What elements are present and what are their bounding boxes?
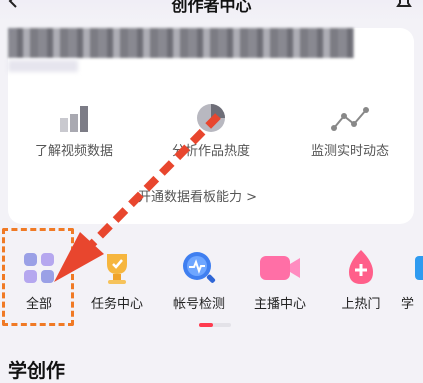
tool-label: 上热门 — [341, 297, 381, 312]
tool-anchor-center[interactable]: 主播中心 — [245, 246, 315, 312]
feature-label: 了解视频数据 — [34, 144, 113, 159]
tool-learn-partial[interactable]: 学 — [401, 246, 423, 312]
open-dashboard-link[interactable]: 开通数据看板能力 > — [138, 186, 257, 205]
feature-work-heat[interactable]: 分析作品热度 — [141, 100, 281, 159]
feature-label: 监测实时动态 — [310, 144, 389, 159]
blurred-subinfo — [8, 60, 78, 72]
video-camera-icon — [258, 246, 302, 290]
page-indicator — [199, 323, 231, 327]
top-nav-bar: 创作者中心 — [0, 0, 423, 22]
feature-label: 分析作品热度 — [171, 144, 250, 159]
tool-label: 帐号检测 — [172, 297, 225, 312]
pie-chart-icon — [141, 100, 281, 134]
tool-label: 主播中心 — [253, 297, 306, 312]
blurred-account-info — [8, 28, 354, 58]
trophy-icon — [95, 246, 139, 290]
tool-label: 学 — [401, 297, 415, 312]
book-icon — [401, 246, 423, 290]
annotation-highlight-box — [2, 228, 74, 326]
bar-chart-icon — [4, 100, 144, 134]
tool-account-check[interactable]: 帐号检测 — [164, 246, 234, 312]
line-trend-icon — [280, 100, 420, 134]
page-title: 创作者中心 — [171, 0, 252, 15]
section-title: 学创作 — [8, 360, 66, 382]
flame-icon — [339, 246, 383, 290]
feature-realtime[interactable]: 监测实时动态 — [280, 100, 420, 159]
tool-label: 任务中心 — [90, 297, 143, 312]
page-indicator-active — [199, 323, 213, 327]
magnifier-icon — [177, 246, 221, 290]
tool-go-trending[interactable]: 上热门 — [326, 246, 396, 312]
feature-video-data[interactable]: 了解视频数据 — [4, 100, 144, 159]
tool-task-center[interactable]: 任务中心 — [82, 246, 152, 312]
bell-icon[interactable] — [393, 0, 415, 10]
